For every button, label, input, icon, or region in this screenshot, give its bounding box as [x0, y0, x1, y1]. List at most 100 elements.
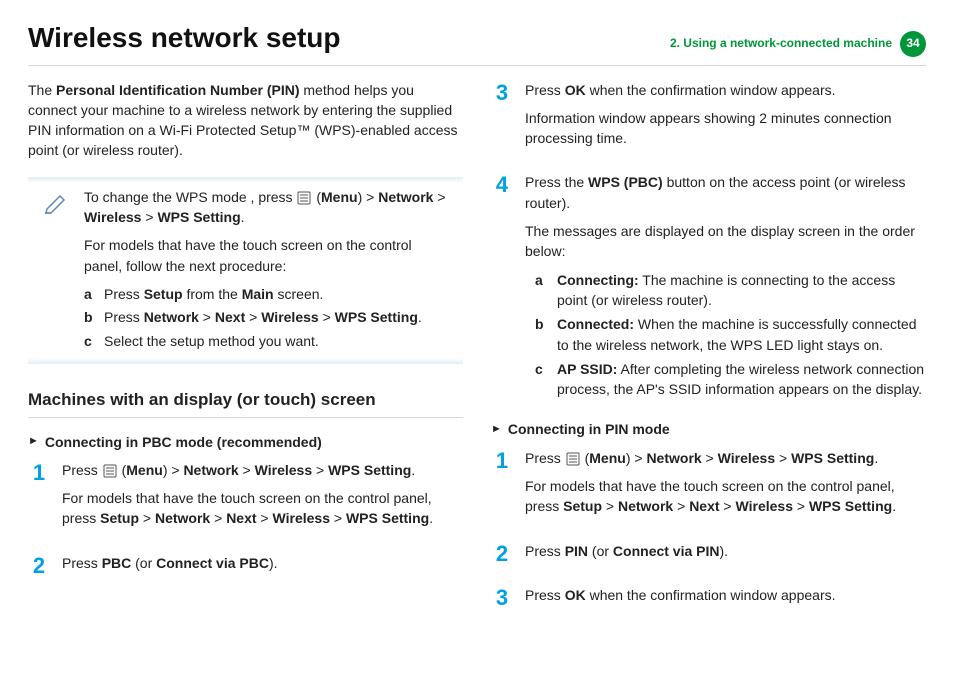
t: Press the	[525, 174, 588, 190]
note-box: To change the WPS mode , press (Menu) > …	[28, 177, 463, 364]
t: when the confirmation window appears.	[586, 82, 836, 98]
t: from the	[183, 286, 242, 302]
t: when the confirmation window appears.	[586, 587, 836, 603]
p: Press (Menu) > Network > Wireless > WPS …	[525, 448, 926, 468]
chapter-label: 2. Using a network-connected machine	[670, 35, 892, 52]
step-number-3: 3	[491, 80, 513, 157]
t: Wireless	[84, 209, 141, 225]
t: Network	[144, 309, 199, 325]
p: Press OK when the confirmation window ap…	[525, 585, 926, 605]
step-number-2: 2	[491, 541, 513, 569]
sub-c: c AP SSID: After completing the wireless…	[535, 359, 926, 400]
t: Wireless	[261, 309, 318, 325]
t: Menu	[126, 462, 163, 478]
t: ).	[720, 543, 729, 559]
t: Network	[646, 450, 701, 466]
t: PIN	[565, 543, 588, 559]
t: Wireless	[273, 510, 330, 526]
t: ) >	[626, 450, 647, 466]
t: WPS Setting	[791, 450, 874, 466]
note-sub-b: b Press Network > Next > Wireless > WPS …	[84, 307, 451, 327]
subhead-text: Connecting in PBC mode (recommended)	[45, 432, 322, 452]
t: Wireless	[736, 498, 793, 514]
p: Press OK when the confirmation window ap…	[525, 80, 926, 100]
t: .	[241, 209, 245, 225]
t: Network	[183, 462, 238, 478]
t: Press	[525, 450, 565, 466]
note-icon	[42, 189, 70, 222]
right-b-step-2: 2 Press PIN (or Connect via PIN).	[491, 541, 926, 569]
t: Connected:	[557, 316, 634, 332]
t: >	[775, 450, 791, 466]
two-column-layout: The Personal Identification Number (PIN)…	[28, 80, 926, 630]
sub-a: a Connecting: The machine is connecting …	[535, 270, 926, 311]
step-number-4: 4	[491, 172, 513, 403]
t: >	[330, 510, 346, 526]
t: >	[720, 498, 736, 514]
letter-b: b	[535, 314, 549, 355]
p: For models that have the touch screen on…	[62, 488, 463, 529]
step-body: Press the WPS (PBC) button on the access…	[525, 172, 926, 403]
note-sub-c: c Select the setup method you want.	[84, 331, 451, 351]
t: ) >	[163, 462, 184, 478]
step-body: Press PIN (or Connect via PIN).	[525, 541, 926, 569]
t: .	[892, 498, 896, 514]
step-body: Press PBC (or Connect via PBC).	[62, 553, 463, 581]
menu-icon	[297, 191, 311, 205]
t: .	[411, 462, 415, 478]
t: Wireless	[255, 462, 312, 478]
t: Select the setup method you want.	[104, 331, 319, 351]
t: Press	[525, 587, 565, 603]
t: Menu	[321, 189, 358, 205]
right-step-4: 4 Press the WPS (PBC) button on the acce…	[491, 172, 926, 403]
t: OK	[565, 82, 586, 98]
t: Press Network > Next > Wireless > WPS Se…	[104, 307, 422, 327]
note-line2: For models that have the touch screen on…	[84, 235, 451, 276]
letter-a: a	[84, 284, 98, 304]
t: Press	[104, 286, 144, 302]
note-sub-a: a Press Setup from the Main screen.	[84, 284, 451, 304]
step-number-1: 1	[491, 448, 513, 525]
t: Press	[104, 309, 144, 325]
t: >	[141, 209, 157, 225]
left-column: The Personal Identification Number (PIN)…	[28, 80, 463, 630]
t: (or	[588, 543, 613, 559]
letter-a: a	[535, 270, 549, 311]
t: WPS (PBC)	[588, 174, 663, 190]
left-step-1: 1 Press (Menu) > Network > Wireless > WP…	[28, 460, 463, 537]
t: PBC	[102, 555, 132, 571]
subhead-text: Connecting in PIN mode	[508, 419, 670, 439]
t: >	[199, 309, 215, 325]
t: .	[874, 450, 878, 466]
step-body: Press OK when the confirmation window ap…	[525, 585, 926, 613]
t: >	[245, 309, 261, 325]
t: >	[702, 450, 718, 466]
letter-c: c	[535, 359, 549, 400]
page-title: Wireless network setup	[28, 18, 341, 59]
p: Information window appears showing 2 min…	[525, 108, 926, 149]
t: Press	[525, 82, 565, 98]
t: Main	[242, 286, 274, 302]
t: >	[139, 510, 155, 526]
t: Network	[155, 510, 210, 526]
t: Next	[226, 510, 256, 526]
letter-c: c	[84, 331, 98, 351]
t: >	[239, 462, 255, 478]
t: AP SSID:	[557, 361, 617, 377]
p: Press PIN (or Connect via PIN).	[525, 541, 926, 561]
t: Connect via PBC	[156, 555, 269, 571]
t: >	[312, 462, 328, 478]
t: >	[673, 498, 689, 514]
t: Network	[618, 498, 673, 514]
menu-icon	[566, 452, 580, 466]
triangle-icon: ►	[28, 434, 39, 450]
triangle-icon: ►	[491, 422, 502, 438]
t: Wireless	[718, 450, 775, 466]
t: AP SSID: After completing the wireless n…	[557, 359, 926, 400]
t: Connect via PIN	[613, 543, 720, 559]
t: WPS Setting	[328, 462, 411, 478]
t: Connecting:	[557, 272, 639, 288]
page-header: Wireless network setup 2. Using a networ…	[28, 18, 926, 66]
t: ) >	[358, 189, 379, 205]
t: Press	[525, 543, 565, 559]
